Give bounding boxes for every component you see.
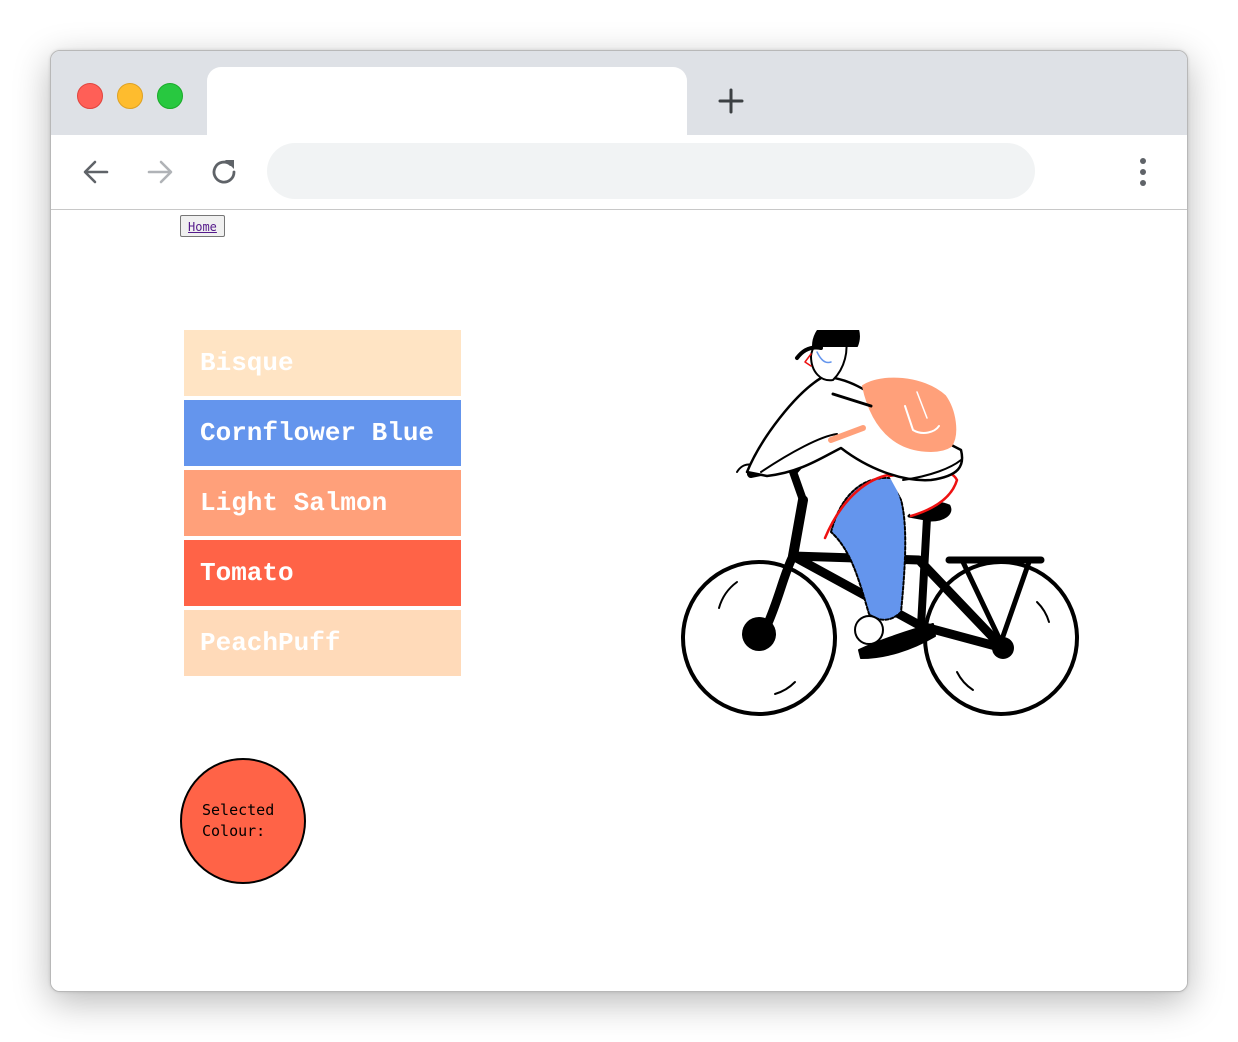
swatch-cornflower-blue[interactable]: Cornflower Blue bbox=[184, 400, 461, 466]
more-menu-icon[interactable] bbox=[1127, 155, 1159, 189]
new-tab-plus-icon[interactable] bbox=[715, 85, 747, 117]
reload-icon[interactable] bbox=[207, 155, 241, 189]
swatch-bisque[interactable]: Bisque bbox=[184, 330, 461, 396]
swatch-tomato[interactable]: Tomato bbox=[184, 540, 461, 606]
swatch-label: Cornflower Blue bbox=[200, 418, 435, 448]
browser-tab[interactable] bbox=[207, 67, 687, 137]
swatch-label: Tomato bbox=[200, 558, 294, 588]
selected-colour-label: Selected Colour: bbox=[202, 801, 275, 840]
minimize-window-icon[interactable] bbox=[117, 83, 143, 109]
browser-toolbar bbox=[51, 135, 1187, 210]
address-bar[interactable] bbox=[267, 143, 1035, 199]
swatch-light-salmon[interactable]: Light Salmon bbox=[184, 470, 461, 536]
browser-window: Home Bisque Cornflower Blue Light Salmon… bbox=[50, 50, 1188, 992]
swatch-peachpuff[interactable]: PeachPuff bbox=[184, 610, 461, 676]
swatch-label: Light Salmon bbox=[200, 488, 388, 518]
tab-strip bbox=[51, 51, 1187, 137]
color-swatch-list: Bisque Cornflower Blue Light Salmon Toma… bbox=[184, 330, 461, 680]
page-content: Home Bisque Cornflower Blue Light Salmon… bbox=[51, 210, 1187, 991]
home-link-button[interactable]: Home bbox=[180, 215, 225, 237]
close-window-icon[interactable] bbox=[77, 83, 103, 109]
forward-arrow-icon[interactable] bbox=[143, 155, 177, 189]
selected-colour-indicator: Selected Colour: bbox=[180, 758, 306, 884]
cyclist-illustration-icon bbox=[681, 330, 1079, 716]
swatch-label: Bisque bbox=[200, 348, 294, 378]
swatch-label: PeachPuff bbox=[200, 628, 341, 658]
back-arrow-icon[interactable] bbox=[79, 155, 113, 189]
maximize-window-icon[interactable] bbox=[157, 83, 183, 109]
